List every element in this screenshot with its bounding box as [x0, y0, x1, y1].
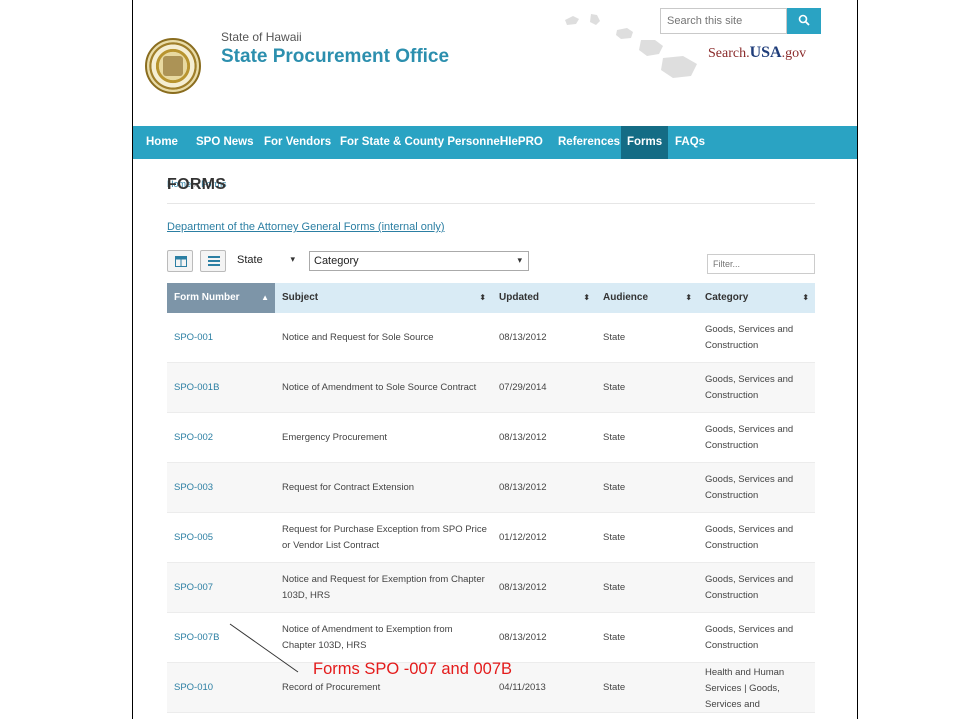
annotation-label: Forms SPO -007 and 007B: [313, 660, 513, 678]
frame-border-right: [857, 0, 858, 719]
browser-page: State of Hawaii State Procurement Office…: [133, 0, 857, 719]
annotation-pointer-line: [229, 623, 299, 673]
